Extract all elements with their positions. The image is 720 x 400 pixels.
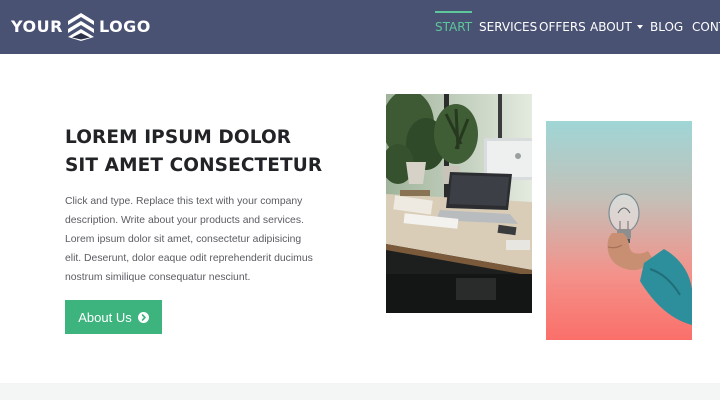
brand-logo[interactable]: YOUR LOGO <box>11 12 151 42</box>
chevron-right-circle-icon <box>137 311 149 323</box>
nav-item-blog[interactable]: BLOG <box>650 0 683 54</box>
next-section-strip <box>0 383 720 400</box>
logo-word-right: LOGO <box>98 17 151 36</box>
top-navbar: YOUR LOGO START SERVICES OFFERS ABOUT BL… <box>0 0 720 54</box>
nav-item-start[interactable]: START <box>435 0 473 54</box>
hero-description: Click and type. Replace this text with y… <box>65 192 315 287</box>
hero-title: LOREM IPSUM DOLOR SIT AMET CONSECTETUR <box>65 124 345 180</box>
nav-item-about[interactable]: ABOUT <box>590 0 643 54</box>
nav-item-offers[interactable]: OFFERS <box>539 0 586 54</box>
workspace-photo <box>386 94 532 313</box>
lightbulb-photo <box>546 121 692 340</box>
nav-item-about-label: ABOUT <box>590 20 632 34</box>
hero-description-line: Lorem ipsum dolor sit amet, consectetur … <box>65 234 302 245</box>
logo-word-left: YOUR <box>11 17 63 36</box>
hero-description-line: nostrum similique consequatur nesciunt. <box>65 272 251 283</box>
hero-description-line: description. Write about your products a… <box>65 215 304 226</box>
hero-title-line-1: LOREM IPSUM DOLOR <box>65 127 292 148</box>
caret-down-icon <box>636 24 643 29</box>
chevron-stack-icon <box>67 13 94 41</box>
hero-title-line-2: SIT AMET CONSECTETUR <box>65 155 323 176</box>
nav-item-services[interactable]: SERVICES <box>479 0 537 54</box>
nav-item-contact[interactable]: CONT <box>692 0 720 54</box>
hero-description-line: elit. Deserunt, dolor eaque odit reprehe… <box>65 253 313 264</box>
hero-description-line: Click and type. Replace this text with y… <box>65 196 303 207</box>
about-us-button-label: About Us <box>78 309 132 325</box>
about-us-button[interactable]: About Us <box>65 300 162 334</box>
